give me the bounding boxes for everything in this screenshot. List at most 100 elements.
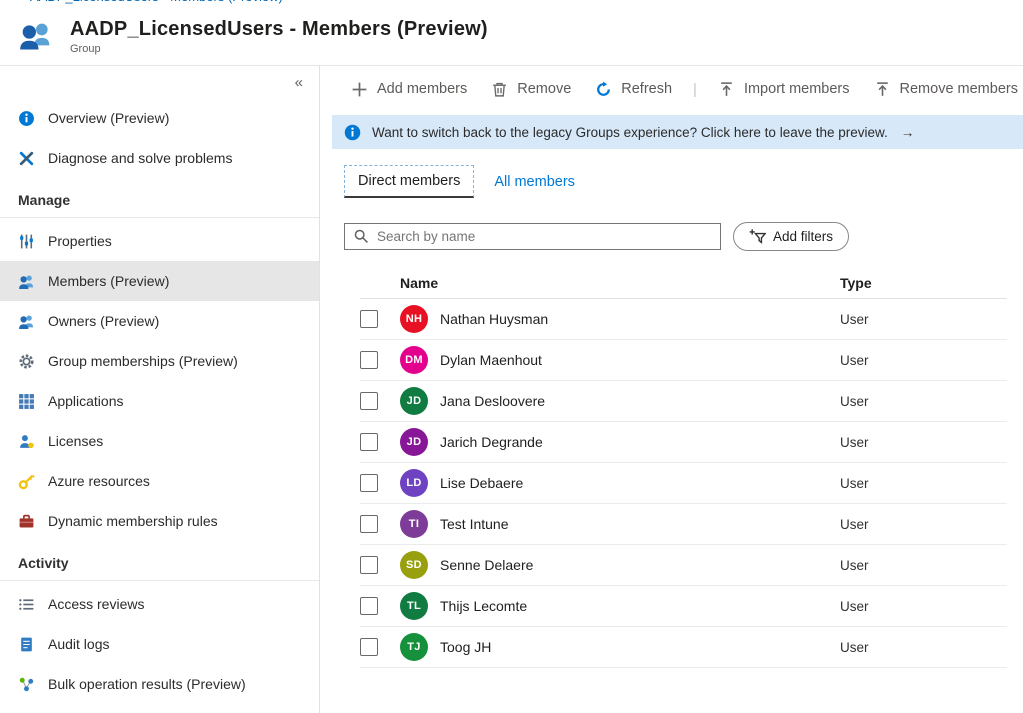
legacy-experience-banner[interactable]: Want to switch back to the legacy Groups… <box>332 115 1023 149</box>
sidebar-item-members[interactable]: Members (Preview) <box>0 261 319 301</box>
sidebar-section-activity: Activity <box>0 541 319 581</box>
search-input[interactable] <box>377 229 712 244</box>
cluster-icon <box>19 677 34 691</box>
sidebar-item-label: Access reviews <box>48 596 145 612</box>
row-checkbox[interactable] <box>360 515 378 533</box>
column-header-type: Type <box>840 274 872 291</box>
column-header-name: Name <box>400 274 439 291</box>
diagnose-tools-icon <box>19 151 34 165</box>
main-content: Add members Remove Refresh | Import memb… <box>320 66 1023 713</box>
row-checkbox[interactable] <box>360 474 378 492</box>
row-checkbox[interactable] <box>360 433 378 451</box>
sidebar-item-overview[interactable]: Overview (Preview) <box>0 98 319 138</box>
sidebar-item-group-memberships[interactable]: Group memberships (Preview) <box>0 341 319 381</box>
avatar: TI <box>400 510 428 538</box>
member-type: User <box>840 557 869 573</box>
member-name[interactable]: Lise Debaere <box>440 475 840 491</box>
table-row[interactable]: SD Senne Delaere User <box>360 545 1007 586</box>
breadcrumb: AADP_LicensedUsers - Members (Preview) <box>0 0 1023 8</box>
tab-direct-members[interactable]: Direct members <box>344 165 475 198</box>
member-name[interactable]: Senne Delaere <box>440 557 840 573</box>
row-checkbox[interactable] <box>360 638 378 656</box>
sidebar-item-diagnose[interactable]: Diagnose and solve problems <box>0 138 319 178</box>
sidebar: « Overview (Preview) Diagnose and solve … <box>0 66 320 713</box>
member-type: User <box>840 598 869 614</box>
sidebar-item-label: Audit logs <box>48 636 110 652</box>
table-row[interactable]: NH Nathan Huysman User <box>360 299 1007 340</box>
sidebar-item-owners[interactable]: Owners (Preview) <box>0 301 319 341</box>
member-name[interactable]: Dylan Maenhout <box>440 352 840 368</box>
member-type: User <box>840 352 869 368</box>
member-type: User <box>840 434 869 450</box>
toolbar-separator: | <box>693 80 697 98</box>
key-icon <box>18 474 35 489</box>
gear-icon <box>19 353 34 369</box>
sidebar-item-bulk-operation-results[interactable]: Bulk operation results (Preview) <box>0 664 319 704</box>
table-row[interactable]: DM Dylan Maenhout User <box>360 340 1007 381</box>
banner-text[interactable]: Want to switch back to the legacy Groups… <box>372 125 888 140</box>
funnel-plus-icon <box>749 229 766 244</box>
member-name[interactable]: Toog JH <box>440 639 840 655</box>
plus-icon <box>352 82 367 96</box>
add-members-button[interactable]: Add members <box>342 76 476 103</box>
sidebar-item-dynamic-membership-rules[interactable]: Dynamic membership rules <box>0 501 319 541</box>
remove-label: Remove <box>517 81 572 97</box>
sidebar-item-label: Licenses <box>48 433 104 449</box>
banner-info-icon <box>344 124 361 140</box>
filter-row: Add filters <box>344 222 1023 251</box>
sidebar-item-label: Members (Preview) <box>48 273 170 289</box>
command-bar: Add members Remove Refresh | Import memb… <box>320 66 1023 112</box>
row-checkbox[interactable] <box>360 310 378 328</box>
refresh-button[interactable]: Refresh <box>586 76 681 103</box>
briefcase-icon <box>19 514 34 527</box>
sidebar-item-azure-resources[interactable]: Azure resources <box>0 461 319 501</box>
sidebar-item-label: Dynamic membership rules <box>48 513 218 529</box>
table-row[interactable]: JD Jarich Degrande User <box>360 422 1007 463</box>
row-checkbox[interactable] <box>360 392 378 410</box>
avatar: JD <box>400 428 428 456</box>
table-row[interactable]: TJ Toog JH User <box>360 627 1007 668</box>
remove-members-button[interactable]: Remove members <box>865 76 1023 103</box>
sidebar-item-properties[interactable]: Properties <box>0 221 319 261</box>
owners-people-icon <box>19 314 34 329</box>
page-title: AADP_LicensedUsers - Members (Preview) <box>70 18 488 40</box>
avatar: TJ <box>400 633 428 661</box>
avatar: DM <box>400 346 428 374</box>
avatar: NH <box>400 305 428 333</box>
sidebar-item-access-reviews[interactable]: Access reviews <box>0 584 319 624</box>
search-box <box>344 223 721 250</box>
table-row[interactable]: TL Thijs Lecomte User <box>360 586 1007 627</box>
members-table: Name Type NH Nathan Huysman User DM Dyla… <box>360 267 1007 668</box>
import-members-label: Import members <box>743 81 850 97</box>
sidebar-item-licenses[interactable]: Licenses <box>0 421 319 461</box>
table-row[interactable]: TI Test Intune User <box>360 504 1007 545</box>
member-tabs: Direct members All members <box>344 165 1023 198</box>
member-name[interactable]: Jana Desloovere <box>440 393 840 409</box>
sidebar-item-audit-logs[interactable]: Audit logs <box>0 624 319 664</box>
add-filters-button[interactable]: Add filters <box>733 222 850 251</box>
member-name[interactable]: Jarich Degrande <box>440 434 840 450</box>
avatar: JD <box>400 387 428 415</box>
azure-group-members-page: AADP_LicensedUsers - Members (Preview) A… <box>0 0 1023 713</box>
table-row[interactable]: LD Lise Debaere User <box>360 463 1007 504</box>
sidebar-item-label: Applications <box>48 393 124 409</box>
member-type: User <box>840 393 869 409</box>
table-row[interactable]: JD Jana Desloovere User <box>360 381 1007 422</box>
import-members-button[interactable]: Import members <box>709 76 859 103</box>
sidebar-item-label: Properties <box>48 233 112 249</box>
row-checkbox[interactable] <box>360 556 378 574</box>
add-filters-label: Add filters <box>773 229 834 244</box>
row-checkbox[interactable] <box>360 351 378 369</box>
avatar: LD <box>400 469 428 497</box>
sidebar-collapse-button[interactable]: « <box>0 66 319 98</box>
body: « Overview (Preview) Diagnose and solve … <box>0 66 1023 713</box>
member-name[interactable]: Thijs Lecomte <box>440 598 840 614</box>
page-header: AADP_LicensedUsers - Members (Preview) G… <box>0 8 1023 66</box>
member-name[interactable]: Nathan Huysman <box>440 311 840 327</box>
member-name[interactable]: Test Intune <box>440 516 840 532</box>
remove-button[interactable]: Remove <box>482 76 580 103</box>
row-checkbox[interactable] <box>360 597 378 615</box>
sidebar-item-applications[interactable]: Applications <box>0 381 319 421</box>
trash-icon <box>493 82 507 97</box>
tab-all-members[interactable]: All members <box>494 174 575 190</box>
